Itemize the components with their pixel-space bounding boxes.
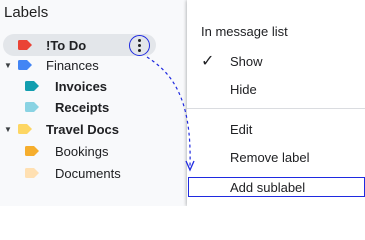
- checkmark-icon: ✓: [201, 53, 215, 70]
- label-name: Receipts: [55, 99, 110, 115]
- menu-item-label: Remove label: [230, 149, 310, 165]
- label-name: !To Do: [46, 37, 87, 53]
- labels-screen: Labels !To Do ▼ Finances Invoices Receip…: [0, 0, 365, 206]
- label-options-menu: In message list ✓ Show Hide Edit Remove …: [187, 0, 365, 206]
- label-item-invoices[interactable]: Invoices: [0, 75, 155, 97]
- label-name: Finances: [46, 57, 99, 73]
- label-tag-icon: [18, 124, 32, 134]
- caret-down-icon[interactable]: ▼: [3, 61, 13, 70]
- menu-section-header: In message list: [201, 24, 288, 39]
- menu-item-label: Edit: [230, 121, 253, 137]
- menu-item-edit[interactable]: Edit: [187, 115, 365, 143]
- label-name: Travel Docs: [46, 121, 119, 137]
- caret-down-icon[interactable]: ▼: [3, 125, 13, 134]
- label-item-documents[interactable]: Documents: [0, 162, 155, 184]
- menu-divider: [187, 108, 365, 109]
- labels-heading: Labels: [4, 4, 49, 21]
- add-sublabel-highlight: [188, 177, 365, 197]
- label-tag-icon: [25, 81, 39, 91]
- label-tag-icon: [25, 146, 39, 156]
- more-options-icon[interactable]: [129, 35, 150, 56]
- menu-item-remove-label[interactable]: Remove label: [187, 143, 365, 171]
- label-item-receipts[interactable]: Receipts: [0, 96, 155, 118]
- label-tag-icon: [25, 102, 39, 112]
- label-tag-icon: [25, 168, 39, 178]
- label-name: Invoices: [55, 78, 108, 94]
- menu-item-label: Show: [230, 53, 263, 69]
- menu-item-label: Hide: [230, 81, 257, 97]
- label-item-finances[interactable]: ▼ Finances: [0, 54, 155, 76]
- label-tag-icon: [18, 60, 32, 70]
- menu-item-hide[interactable]: Hide: [187, 75, 365, 103]
- label-name: Documents: [55, 165, 121, 181]
- menu-item-show[interactable]: ✓ Show: [187, 47, 365, 75]
- label-name: Bookings: [55, 143, 109, 159]
- label-item-bookings[interactable]: Bookings: [0, 140, 155, 162]
- label-item-travel-docs[interactable]: ▼ Travel Docs: [0, 118, 155, 140]
- label-tag-icon: [18, 40, 32, 50]
